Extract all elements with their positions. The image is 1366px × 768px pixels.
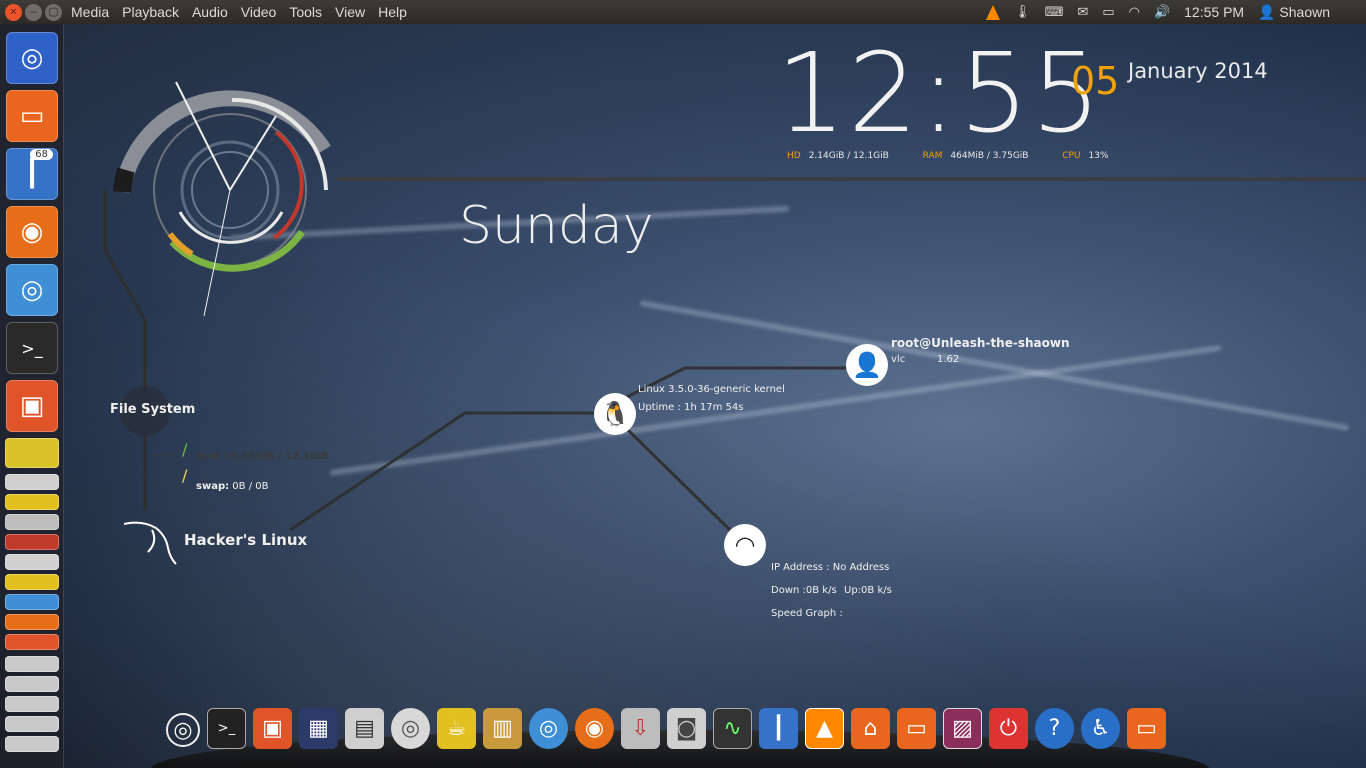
camera-icon: ◙ [675, 716, 698, 741]
wifi-icon: ◠ [734, 531, 756, 559]
dock-workspaces[interactable]: ▦ [299, 708, 338, 749]
connector-clock-fs [103, 190, 147, 390]
trash-folder-icon: ▭ [1136, 716, 1157, 741]
dock-help[interactable]: ? [1035, 708, 1074, 749]
chromium-icon: ◎ [538, 716, 559, 741]
dock: ◎ >_ ▣ ▦ ▤ ◎ ☕ ▥ ◎ ◉ ⇩ ◙ ∿ ┃ ▲ ⌂ ▭ ▨ ⏻ ?… [166, 708, 1166, 749]
dock-thermometer[interactable]: ┃ [759, 708, 798, 749]
uptime-info: Uptime : 1h 17m 54s [638, 402, 744, 413]
kali-dragon-icon [123, 521, 177, 565]
swap-label: swap: [196, 481, 230, 492]
dock-ubuntu[interactable]: ◎ [166, 713, 200, 747]
swap-usage: swap: 0B / 0B [196, 481, 268, 492]
dock-accessibility[interactable]: ♿ [1081, 708, 1120, 749]
linux-node: 🐧 [594, 393, 636, 435]
dock-teapot[interactable]: ☕ [437, 708, 476, 749]
root-usage: root : 9.32GiB / 12.1GiB [196, 451, 329, 462]
upload-speed: Up:0B k/s [844, 585, 892, 596]
dock-firefox[interactable]: ◉ [575, 708, 614, 749]
dock-transmission[interactable]: ⇩ [621, 708, 660, 749]
dock-chromium[interactable]: ◎ [529, 708, 568, 749]
workspaces-icon: ▦ [308, 716, 329, 741]
user-icon: 👤 [852, 351, 882, 379]
ip-address: IP Address : No Address [771, 562, 890, 573]
dock-camera[interactable]: ◙ [667, 708, 706, 749]
dock-vlc[interactable]: ▲ [805, 708, 844, 749]
distro-name: Hacker's Linux [184, 531, 308, 549]
book-icon: ▥ [492, 716, 513, 741]
transmission-icon: ⇩ [631, 716, 650, 741]
help-icon: ? [1048, 716, 1061, 741]
disc-icon: ◎ [400, 716, 421, 741]
dock-disc[interactable]: ◎ [391, 708, 430, 749]
speed-graph-label: Speed Graph : [771, 608, 843, 619]
teapot-icon: ☕ [446, 716, 467, 741]
swap-slash: / [182, 466, 188, 485]
top-process-value: 1.62 [937, 354, 960, 365]
software-center-icon: ▣ [262, 716, 283, 741]
connector-network [626, 428, 732, 532]
dock-book[interactable]: ▥ [483, 708, 522, 749]
home-folder-icon: ⌂ [863, 716, 878, 741]
dock-calculator[interactable]: ▤ [345, 708, 384, 749]
accessibility-icon: ♿ [1090, 716, 1111, 741]
dock-terminal[interactable]: >_ [207, 708, 246, 749]
filesystem-title: File System [110, 402, 196, 417]
calculator-icon: ▤ [354, 716, 375, 741]
dock-trash-folder[interactable]: ▭ [1127, 708, 1166, 749]
root-slash: / [182, 440, 188, 459]
system-monitor-icon: ∿ [723, 716, 742, 741]
connector-linux [289, 411, 595, 532]
kernel-info: Linux 3.5.0-36-generic kernel [638, 384, 785, 395]
wallpaper-icon: ▨ [952, 716, 973, 741]
thermometer-icon: ┃ [771, 716, 786, 741]
user-node: 👤 [846, 344, 888, 386]
dock-power[interactable]: ⏻ [989, 708, 1028, 749]
vlc-icon: ▲ [816, 716, 833, 741]
dock-software-center[interactable]: ▣ [253, 708, 292, 749]
tux-icon: 🐧 [600, 400, 630, 428]
dock-system-monitor[interactable]: ∿ [713, 708, 752, 749]
network-node: ◠ [724, 524, 766, 566]
download-speed: Down :0B k/s [771, 585, 837, 596]
top-process: vlc [891, 354, 906, 365]
firefox-icon: ◉ [584, 716, 605, 741]
documents-folder-icon: ▭ [906, 716, 927, 741]
terminal-icon: >_ [217, 721, 236, 736]
user-host: root@Unleash-the-shaown [891, 336, 1070, 350]
ubuntu-icon: ◎ [173, 717, 193, 743]
dock-documents-folder[interactable]: ▭ [897, 708, 936, 749]
dock-home-folder[interactable]: ⌂ [851, 708, 890, 749]
power-icon: ⏻ [999, 716, 1018, 741]
swap-value: 0B / 0B [232, 481, 269, 492]
dock-wallpaper[interactable]: ▨ [943, 708, 982, 749]
